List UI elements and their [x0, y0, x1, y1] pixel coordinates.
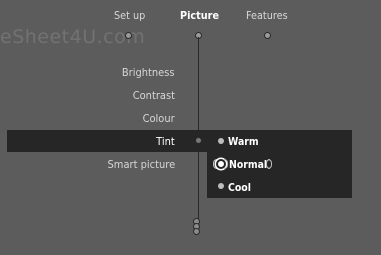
tab-features[interactable]: Features [246, 9, 288, 22]
menu-item-colour[interactable]: Colour [143, 112, 175, 125]
option-warm[interactable]: Warm [228, 135, 259, 148]
tab-picture[interactable]: Picture [180, 9, 219, 22]
menu-item-smart-picture[interactable]: Smart picture [107, 158, 175, 171]
scroll-dot-icon [193, 228, 200, 235]
cool-radio-icon [218, 183, 224, 189]
menu-item-contrast[interactable]: Contrast [133, 89, 175, 102]
watermark: eSheet4U.com [0, 26, 146, 48]
option-normal[interactable]: Normal [229, 158, 267, 171]
warm-radio-icon [218, 138, 224, 144]
menu-item-tint[interactable]: Tint [156, 135, 175, 148]
tint-node-icon [195, 137, 202, 144]
tv-menu-screen: eSheet4U.com Set up Picture Features Bri… [0, 0, 381, 255]
menu-item-brightness[interactable]: Brightness [122, 66, 175, 79]
tab-setup-node-icon [125, 32, 132, 39]
option-cool[interactable]: Cool [228, 181, 251, 194]
tab-features-node-icon [264, 32, 271, 39]
tab-setup[interactable]: Set up [114, 9, 145, 22]
scroll-down-indicator-icon[interactable] [193, 218, 200, 235]
